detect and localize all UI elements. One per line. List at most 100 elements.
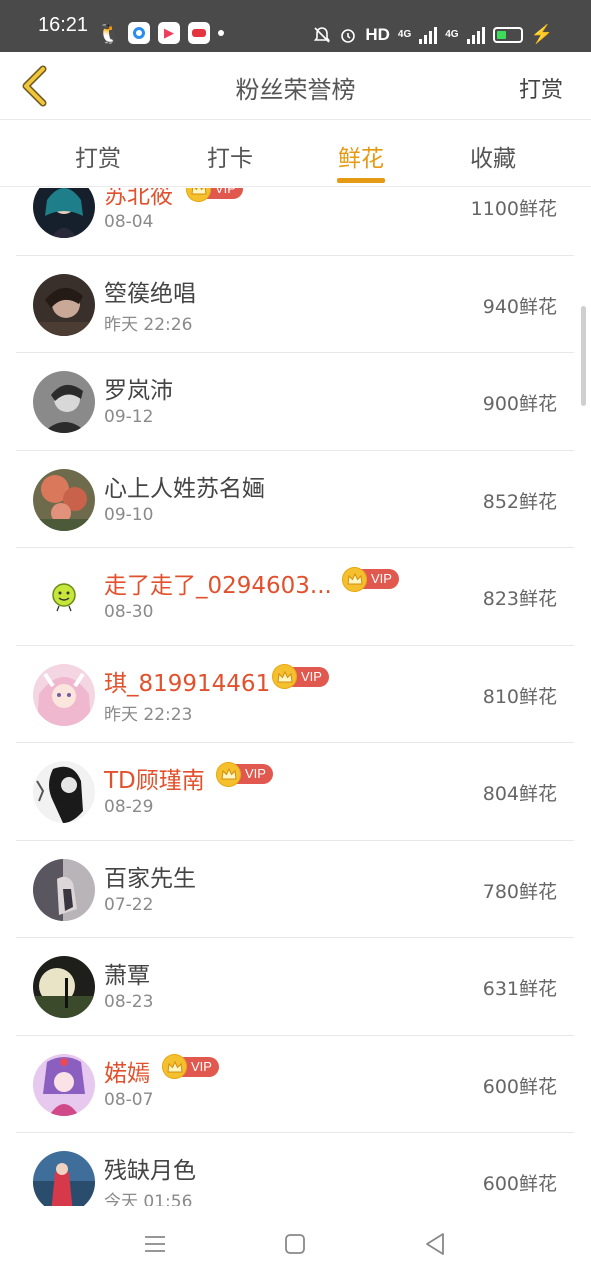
avatar: [33, 566, 95, 628]
header-bar: 粉丝荣誉榜 打赏: [0, 52, 591, 120]
triangle-back-icon: [426, 1233, 444, 1255]
fan-date: 今天 01:56: [104, 1192, 193, 1206]
reader-app-icon: [188, 22, 210, 44]
vip-badge: VIP: [186, 188, 243, 202]
fan-name: 百家先生: [104, 865, 196, 892]
list-item[interactable]: 琪_819914461 VIP 昨天 22:23 810鲜花: [16, 646, 574, 743]
fan-date: 08-04: [104, 212, 154, 232]
fan-name: 残缺月色: [104, 1158, 196, 1184]
crown-icon: [186, 188, 211, 202]
fan-amount: 810鲜花: [482, 685, 557, 708]
fan-amount: 1100鲜花: [470, 198, 557, 220]
page-title: 粉丝荣誉榜: [235, 76, 356, 104]
fan-name: 萧覃: [104, 963, 150, 989]
avatar: [33, 468, 95, 531]
fan-date: 08-07: [104, 1089, 154, 1110]
fan-amount: 600鲜花: [482, 1075, 557, 1098]
fan-name: 箜篌绝唱: [104, 280, 196, 307]
fan-name: 婼嫣: [104, 1060, 150, 1087]
system-navigation-bar: [0, 1206, 591, 1280]
signal-icon-2: [466, 26, 485, 44]
signal-icon-1: [419, 26, 438, 44]
charging-icon: ⚡: [530, 24, 553, 44]
back-nav-button[interactable]: [421, 1230, 449, 1258]
vip-badge: VIP: [272, 664, 329, 689]
fan-date: 08-29: [104, 797, 154, 817]
browser-icon: [128, 22, 150, 44]
hd-label: HD: [365, 24, 390, 44]
fan-name: TD顾瑾南: [104, 768, 205, 794]
status-bar: 16:21 🐧 ▶ HD 4G 4G ⚡: [0, 0, 591, 52]
fan-name: 苏北筱: [104, 188, 173, 209]
fan-amount: 823鲜花: [482, 588, 557, 610]
fan-date: 昨天 22:23: [104, 704, 193, 725]
fan-amount: 852鲜花: [482, 490, 557, 513]
fan-amount: 780鲜花: [482, 880, 557, 903]
home-button[interactable]: [281, 1230, 309, 1258]
qq-icon: 🐧: [96, 21, 122, 45]
vip-badge: VIP: [342, 566, 399, 592]
crown-icon: [272, 664, 297, 689]
vip-badge: VIP: [162, 1054, 219, 1079]
tab-favorites[interactable]: 收藏: [443, 139, 543, 173]
avatar: [33, 1151, 95, 1206]
fan-amount: 900鲜花: [482, 393, 557, 415]
avatar: [33, 188, 95, 238]
tab-checkin[interactable]: 打卡: [180, 139, 280, 173]
fan-name: 心上人姓苏名婳: [104, 475, 265, 502]
bell-muted-icon: [314, 26, 331, 43]
fan-amount: 940鲜花: [482, 295, 557, 318]
list-item[interactable]: 残缺月色 今天 01:56 600鲜花: [16, 1133, 574, 1206]
fan-date: 07-22: [104, 894, 154, 915]
avatar: [33, 761, 95, 823]
list-item[interactable]: 心上人姓苏名婳 09-10 852鲜花: [16, 451, 574, 548]
avatar: [33, 858, 95, 921]
status-indicators: HD 4G 4G ⚡: [313, 24, 553, 45]
menu-icon: [145, 1236, 165, 1252]
list-item[interactable]: 苏北筱 VIP 08-04 1100鲜花: [16, 188, 574, 256]
network-label-2: 4G: [445, 29, 459, 40]
tab-flowers[interactable]: 鲜花: [311, 139, 411, 173]
alarm-icon: [341, 28, 356, 43]
crown-icon: [162, 1054, 187, 1079]
menu-button[interactable]: [141, 1230, 169, 1258]
network-label-1: 4G: [397, 29, 412, 40]
notification-icons: 🐧 ▶: [96, 21, 224, 45]
crown-icon: [342, 566, 367, 592]
status-time: 16:21: [38, 14, 89, 36]
avatar: [33, 273, 95, 336]
fan-amount: 804鲜花: [482, 783, 557, 805]
fan-amount: 600鲜花: [482, 1173, 557, 1195]
list-scrollbar[interactable]: [581, 306, 586, 406]
fan-ranking-list[interactable]: 苏北筱 VIP 08-04 1100鲜花 箜篌绝唱 昨天 22:26 940鲜花…: [0, 188, 591, 1206]
square-icon: [285, 1234, 305, 1254]
avatar: [33, 371, 95, 433]
fan-date: 09-12: [104, 407, 154, 427]
fan-date: 昨天 22:26: [104, 314, 193, 335]
list-item[interactable]: 箜篌绝唱 昨天 22:26 940鲜花: [16, 256, 574, 353]
fan-date: 08-30: [104, 602, 154, 622]
battery-icon: [492, 26, 523, 43]
fan-name: 罗岚沛: [104, 378, 173, 404]
list-item[interactable]: 萧覃 08-23 631鲜花: [16, 938, 574, 1036]
fan-amount: 631鲜花: [482, 978, 557, 1000]
list-item[interactable]: 婼嫣 VIP 08-07 600鲜花: [16, 1036, 574, 1133]
avatar: [33, 956, 95, 1018]
fan-date: 08-23: [104, 992, 154, 1012]
tab-tip[interactable]: 打赏: [48, 139, 148, 173]
fan-date: 09-10: [104, 504, 154, 525]
fan-name: 走了走了_0294603...: [104, 573, 332, 599]
fan-name: 琪_819914461: [104, 670, 271, 697]
crown-icon: [216, 761, 241, 787]
list-item[interactable]: 百家先生 07-22 780鲜花: [16, 841, 574, 938]
active-tab-indicator: [337, 178, 385, 183]
tip-button[interactable]: 打赏: [519, 72, 563, 104]
vip-badge: VIP: [216, 761, 273, 787]
video-app-icon: ▶: [158, 22, 180, 44]
avatar: [33, 663, 95, 726]
more-notifications-icon: [218, 30, 224, 36]
list-item[interactable]: 走了走了_0294603... VIP 08-30 823鲜花: [16, 548, 574, 646]
list-item[interactable]: 罗岚沛 09-12 900鲜花: [16, 353, 574, 451]
list-item[interactable]: TD顾瑾南 VIP 08-29 804鲜花: [16, 743, 574, 841]
avatar: [33, 1053, 95, 1116]
